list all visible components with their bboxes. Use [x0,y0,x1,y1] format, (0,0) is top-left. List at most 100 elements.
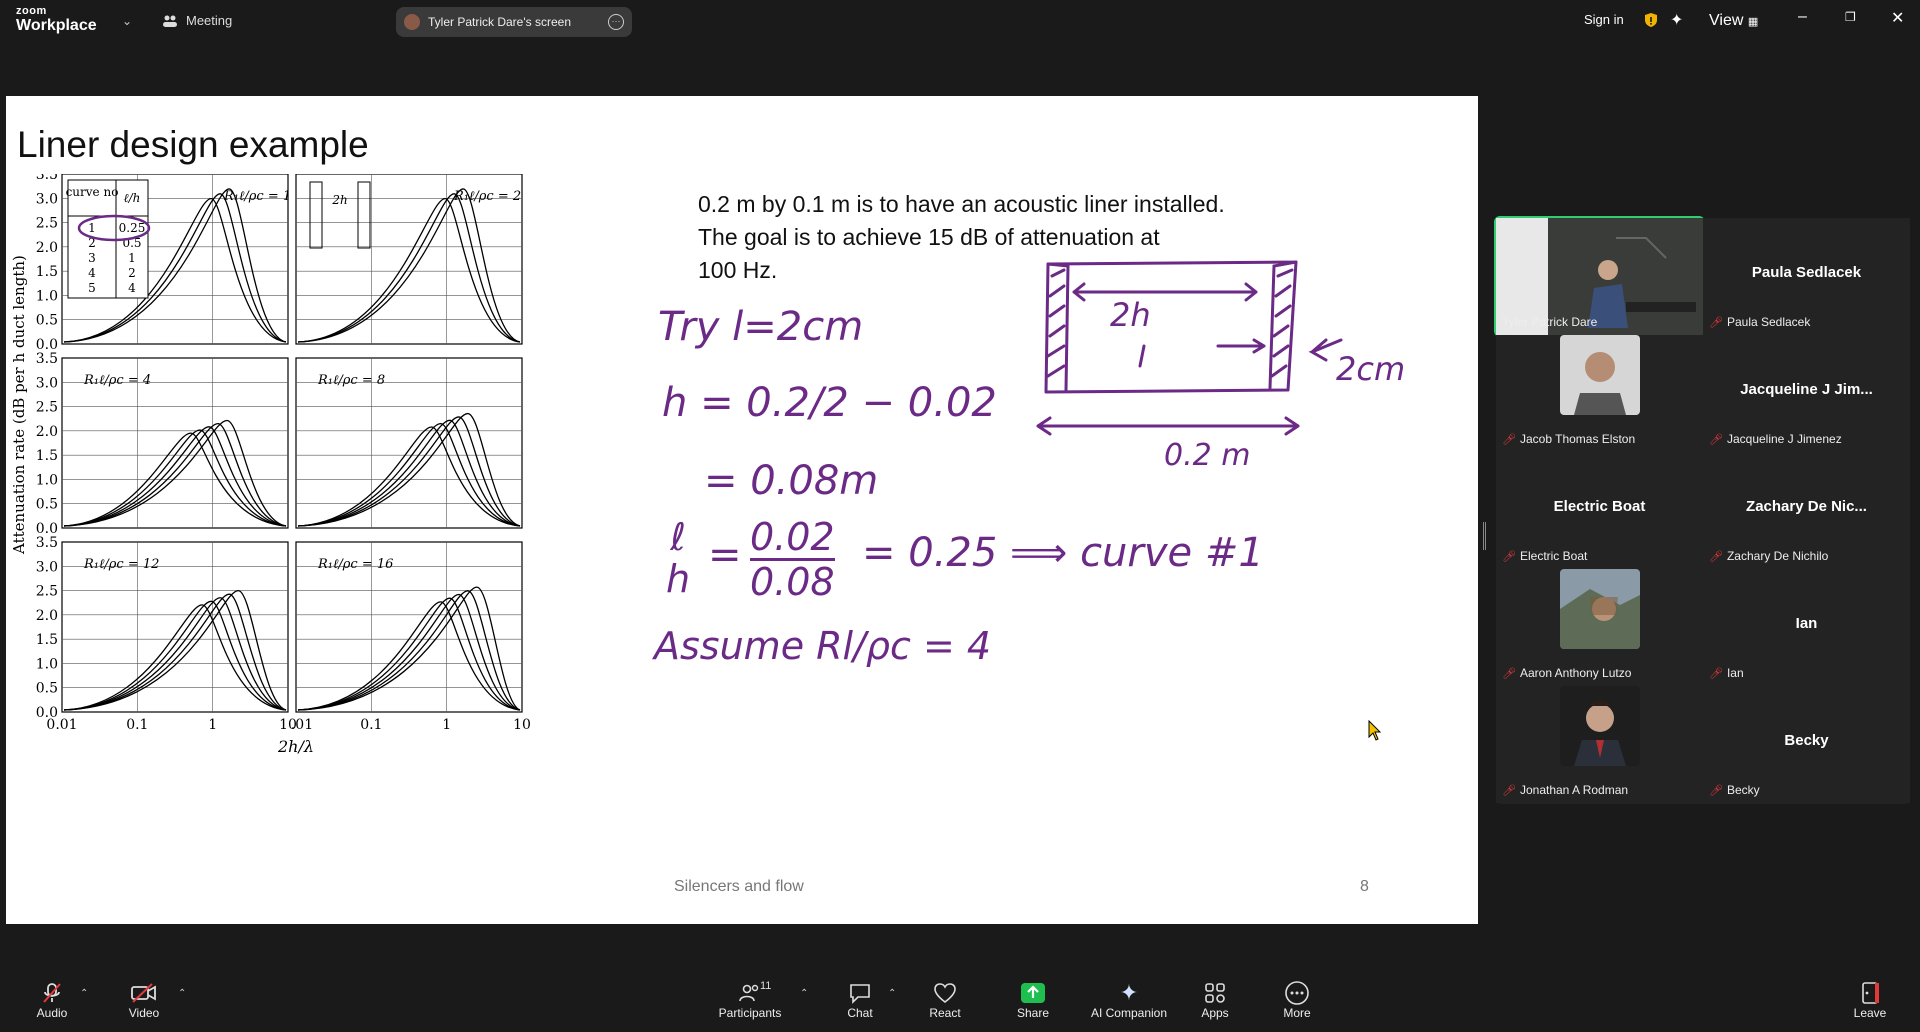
y-tick-label: 3.5 [36,174,58,183]
minimize-icon[interactable]: – [1798,8,1807,26]
audio-button[interactable]: Audio [12,980,92,1020]
attenuation-curve [297,593,521,711]
tile-aaron[interactable]: 🎤︎ Aaron Anthony Lutzo [1496,569,1703,686]
share-label: Share [1016,1006,1050,1020]
meeting-icon [163,15,177,27]
participant-display-name: Ian [1795,615,1818,632]
participant-name: Jonathan A Rodman [1519,783,1629,797]
x-tick-label: 1 [442,717,451,733]
mic-muted-icon [43,983,61,1003]
logo-bottom-text: Workplace [16,17,97,34]
chat-options-caret-icon[interactable]: ⌃ [888,988,896,999]
mic-muted-icon: 🎤︎ [1709,784,1723,797]
avatar [1560,569,1640,649]
view-label: View [1709,12,1744,29]
tile-paula[interactable]: Paula Sedlacek 🎤︎ Paula Sedlacek [1703,218,1910,335]
react-button[interactable]: React [905,980,985,1020]
y-tick-label: 3.5 [36,535,58,551]
participant-label: 🎤︎ Jacqueline J Jimenez [1709,432,1842,446]
leave-button[interactable]: Leave [1830,980,1910,1020]
attenuation-curve [297,590,521,711]
attenuation-curve [63,589,287,711]
x-tick-label: 0.1 [126,717,148,733]
share-button[interactable]: Share [993,980,1073,1020]
tile-ian[interactable]: Ian 🎤︎ Ian [1703,569,1910,686]
hw-ratio-result: = 0.25 ⟹ curve #1 [862,530,1264,576]
hw-assume: Assume Rl/ρc = 4 [654,624,992,668]
share-screen-icon [1021,983,1045,1003]
participant-name: Jacqueline J Jimenez [1726,432,1842,446]
tile-electric-boat[interactable]: Electric Boat 🎤︎ Electric Boat [1496,452,1703,569]
panel-label: R₁ℓ/ρc = 12 [83,557,159,572]
liner-schematic [309,181,323,249]
panel-label: R₁ℓ/ρc = 2 [453,189,521,204]
participants-options-caret-icon[interactable]: ⌃ [800,988,808,999]
y-tick-label: 1.0 [36,288,58,304]
video-options-caret-icon[interactable]: ⌃ [178,988,186,999]
participants-button[interactable]: Participants 11 [710,980,790,1020]
y-tick-label: 3.0 [36,559,58,575]
participant-label: 🎤︎ Electric Boat [1502,549,1587,563]
attenuation-curve [63,426,287,527]
y-tick-label: 2.0 [36,240,58,256]
shield-icon[interactable] [1644,12,1658,33]
y-tick-label: 3.0 [36,375,58,391]
hw-h-result: = 0.08m [704,458,879,504]
shared-screen: Liner design example R₁ℓ/ρc = 1 R₁ℓ/ρc = … [6,96,1478,924]
schematic-label: 2h [331,193,347,207]
slide-title: Liner design example [17,124,369,165]
view-button[interactable]: View ▦ [1709,12,1758,30]
mouse-cursor-icon [1368,720,1382,741]
chat-label: Chat [847,1006,873,1020]
y-tick-label: 1.0 [36,472,58,488]
video-label: Video [128,1006,160,1020]
hw-try: Try l=2cm [658,304,864,350]
sparkle-icon: ✦ [1119,980,1139,1005]
panel-splitter[interactable] [1483,522,1486,550]
mic-muted-icon: 🎤︎ [1502,433,1516,446]
meeting-toolbar: Audio ⌃ Video ⌃ Participants 11 ⌃ Chat ⌃… [0,972,1920,1032]
apps-button[interactable]: Apps [1175,980,1255,1020]
y-tick-label: 2.5 [36,584,58,600]
attenuation-curve [63,419,287,527]
x-tick-label: 0.1 [360,717,382,733]
meeting-button[interactable]: Meeting [162,13,232,28]
more-options-icon[interactable]: ··· [608,14,624,30]
audio-options-caret-icon[interactable]: ⌃ [80,988,88,999]
logo-top-text: zoom [16,5,47,17]
ai-companion-button[interactable]: ✦ AI Companion [1089,980,1169,1020]
mic-muted-icon: 🎤︎ [1709,433,1723,446]
attenuation-curve [297,416,521,527]
video-off-icon [131,983,156,1003]
tile-jonathan[interactable]: 🎤︎ Jonathan A Rodman [1496,686,1703,803]
tile-zachary[interactable]: Zachary De Nic... 🎤︎ Zachary De Nichilo [1703,452,1910,569]
sign-in-link[interactable]: Sign in [1584,12,1624,27]
more-button[interactable]: More [1257,980,1337,1020]
chat-button[interactable]: Chat [820,980,900,1020]
hw-h-equation: h = 0.2/2 − 0.02 [662,380,997,426]
y-tick-label: 1.5 [36,632,58,648]
sharer-avatar [404,14,420,30]
table-header: ℓ/h [124,191,141,205]
mic-muted-icon: 🎤︎ [1709,316,1723,329]
tile-tyler[interactable]: Tyler Patrick Dare [1494,216,1705,337]
tile-jacob[interactable]: 🎤︎ Jacob Thomas Elston [1496,335,1703,452]
participant-name: Becky [1726,783,1760,797]
tile-jacqueline[interactable]: Jacqueline J Jim... 🎤︎ Jacqueline J Jimen… [1703,335,1910,452]
y-tick-label: 1.5 [36,448,58,464]
participant-name: Zachary De Nichilo [1726,549,1829,563]
chat-icon [850,984,870,1004]
y-tick-label: 1.5 [36,264,58,280]
y-tick-label: 0.5 [36,497,58,513]
screen-share-pill[interactable]: Tyler Patrick Dare's screen ··· [396,7,632,37]
video-button[interactable]: Video [104,980,184,1020]
more-label: More [1283,1006,1311,1020]
participant-label: 🎤︎ Becky [1709,783,1760,797]
tile-becky[interactable]: Becky 🎤︎ Becky [1703,686,1910,803]
participant-display-name: Jacqueline J Jim... [1740,381,1873,398]
close-icon[interactable]: ✕ [1891,8,1904,28]
restore-icon[interactable]: ❐ [1845,10,1856,24]
participant-display-name: Paula Sedlacek [1751,264,1862,281]
chevron-down-icon[interactable]: ⌄ [122,14,132,28]
sparkle-icon[interactable]: ✦ [1670,10,1683,30]
